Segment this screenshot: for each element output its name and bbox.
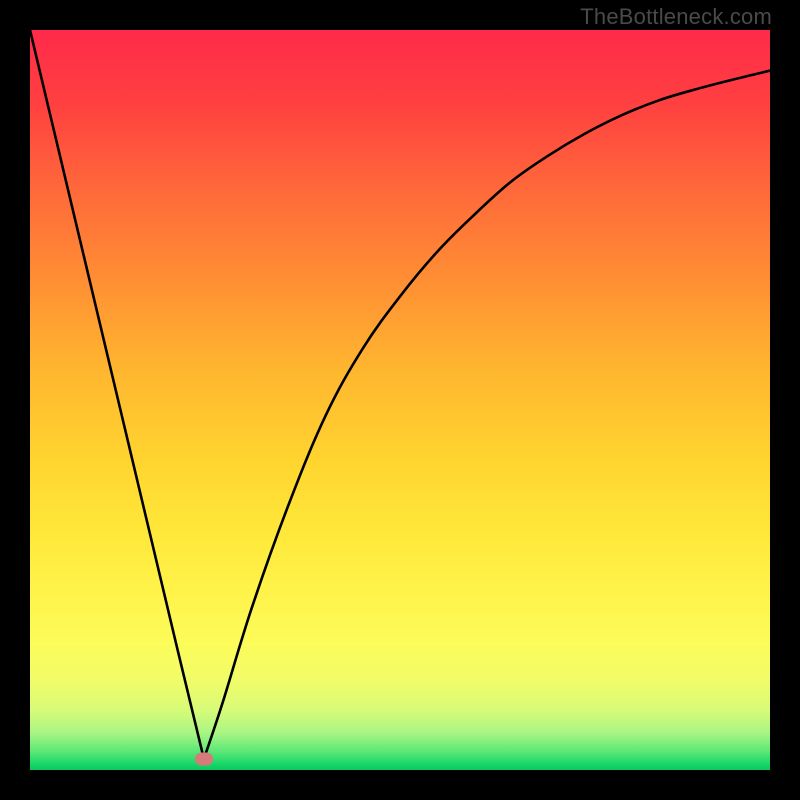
watermark-text: TheBottleneck.com (580, 4, 772, 30)
bottleneck-curve-left (30, 30, 204, 759)
plot-area (30, 30, 770, 770)
curve-layer (30, 30, 770, 770)
bottleneck-curve-right (204, 71, 770, 759)
optimal-point-marker (195, 752, 213, 765)
chart-frame: TheBottleneck.com (0, 0, 800, 800)
